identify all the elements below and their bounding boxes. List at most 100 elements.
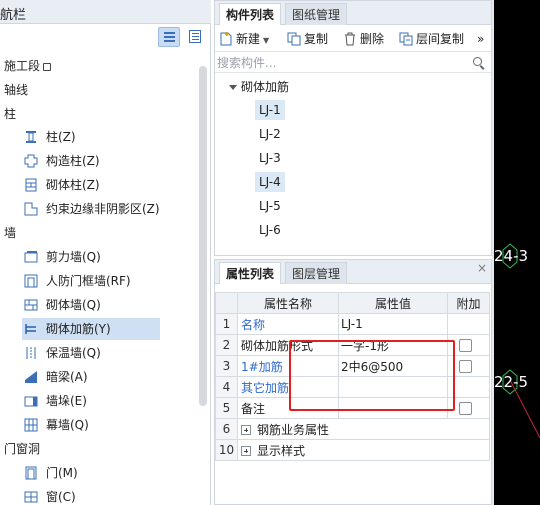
nav-header: 航栏	[0, 0, 211, 24]
nav-item-masonry-wall[interactable]: 砌体墙(Q)	[22, 294, 101, 316]
group-label: 钢筋业务属性	[257, 422, 330, 437]
nav-scrollbar[interactable]	[199, 66, 207, 406]
component-item[interactable]: LJ-2	[255, 124, 285, 144]
tab-layer-management[interactable]: 图层管理	[285, 262, 348, 284]
nav-item-label: 剪力墙(Q)	[46, 250, 101, 264]
component-tabbar: 构件列表 图纸管理	[215, 1, 491, 25]
new-label: 新建	[236, 32, 261, 46]
nav-item-label: 约束边缘非阴影区(Z)	[46, 202, 160, 216]
category-column[interactable]: 柱	[4, 103, 16, 125]
property-group: 钢筋业务属性	[237, 418, 490, 440]
nav-item-masonry-rebar[interactable]: 砌体加筋(Y)	[22, 318, 160, 340]
row-number: 5	[215, 397, 238, 419]
new-button[interactable]: 新建 ▼	[219, 29, 269, 49]
category-axis[interactable]: 轴线	[4, 79, 28, 101]
window-icon	[24, 491, 38, 503]
highlight-box	[289, 340, 455, 411]
expand-plus-icon[interactable]	[241, 424, 251, 435]
more-button[interactable]: »	[477, 29, 484, 49]
tree-root-masonry-rebar[interactable]: 砌体加筋	[229, 77, 289, 97]
nav-item-window[interactable]: 窗(C)	[22, 486, 76, 505]
extra-checkbox[interactable]	[459, 339, 472, 352]
insulation-wall-icon	[26, 347, 36, 359]
component-item[interactable]: LJ-1	[255, 100, 285, 120]
category-label: 施工段	[4, 59, 41, 73]
nav-item-constraint-edge[interactable]: 约束边缘非阴影区(Z)	[22, 198, 160, 220]
search-icon[interactable]	[473, 57, 482, 66]
drawing-canvas[interactable]: 24-3 22-5	[494, 0, 540, 505]
lock-icon	[43, 63, 52, 71]
list-view-button[interactable]	[158, 27, 180, 47]
shear-wall-icon	[24, 251, 38, 263]
property-header-row: 属性名称 属性值 附加	[215, 292, 490, 314]
row-number: 6	[215, 418, 238, 440]
property-name: 名称	[237, 313, 339, 335]
component-item[interactable]: LJ-5	[255, 196, 285, 216]
structural-column-icon	[24, 154, 38, 168]
nav-item-label: 暗梁(A)	[46, 370, 88, 384]
property-row[interactable]: 1 名称 LJ-1	[215, 313, 490, 335]
door-icon	[25, 466, 37, 480]
nav-item-label: 砌体加筋(Y)	[46, 322, 111, 336]
extra-header: 附加	[447, 292, 490, 314]
component-item[interactable]: LJ-6	[255, 220, 285, 240]
navigation-panel: 航栏 施工段 轴线 柱 柱(Z) 构造柱(Z) 砌体柱(Z) 约束边缘非阴影区(…	[0, 0, 211, 505]
expand-plus-icon[interactable]	[241, 445, 251, 456]
nav-item-masonry-column[interactable]: 砌体柱(Z)	[22, 174, 100, 196]
nav-item-insulation-wall[interactable]: 保温墙(Q)	[22, 342, 101, 364]
property-group: 显示样式	[237, 439, 490, 461]
floor-copy-label: 层间复制	[416, 32, 465, 46]
component-panel: 构件列表 图纸管理 新建▼ 复制 删除 层间复制 » 砌体加筋 LJ-1 LJ-…	[214, 0, 492, 256]
property-group-row[interactable]: 10 显示样式	[215, 439, 490, 461]
nav-item-hidden-beam[interactable]: 暗梁(A)	[22, 366, 88, 388]
search-input[interactable]	[217, 54, 467, 72]
property-value[interactable]: LJ-1	[338, 313, 448, 335]
category-wall[interactable]: 墙	[4, 222, 16, 244]
delete-button[interactable]: 删除	[343, 29, 384, 49]
property-group-row[interactable]: 6 钢筋业务属性	[215, 418, 490, 440]
nav-title: 航栏	[0, 8, 27, 23]
component-item[interactable]: LJ-4	[255, 172, 285, 192]
component-toolbar: 新建 ▼ 复制 删除 层间复制 »	[215, 26, 491, 52]
extra-checkbox[interactable]	[459, 402, 472, 415]
category-label: 门窗洞	[4, 442, 41, 456]
detail-view-button[interactable]	[184, 27, 206, 47]
nav-item-label: 保温墙(Q)	[46, 346, 101, 360]
category-opening[interactable]: 门窗洞	[4, 438, 40, 460]
row-number: 3	[215, 355, 238, 377]
row-number: 2	[215, 334, 238, 356]
masonry-rebar-icon	[25, 324, 36, 334]
floor-copy-button[interactable]: 层间复制	[399, 29, 464, 49]
nav-item-shear-wall[interactable]: 剪力墙(Q)	[22, 246, 101, 268]
nav-item-structural-column[interactable]: 构造柱(Z)	[22, 150, 100, 172]
nav-item-label: 构造柱(Z)	[46, 154, 100, 168]
close-icon[interactable]: ×	[477, 261, 487, 275]
category-construction[interactable]: 施工段	[4, 55, 52, 77]
row-number: 10	[215, 439, 238, 461]
nav-item-column[interactable]: 柱(Z)	[22, 126, 76, 148]
extra-checkbox[interactable]	[459, 360, 472, 373]
nav-item-label: 砌体柱(Z)	[46, 178, 100, 192]
component-item[interactable]: LJ-3	[255, 148, 285, 168]
new-icon	[220, 32, 232, 46]
copy-button[interactable]: 复制	[287, 29, 328, 49]
tab-drawing-management[interactable]: 图纸管理	[285, 3, 348, 25]
nav-item-civil-defense[interactable]: 人防门框墙(RF)	[22, 270, 131, 292]
nav-item-door[interactable]: 门(M)	[22, 462, 78, 484]
list-view-icon	[164, 32, 175, 42]
category-label: 轴线	[4, 83, 29, 97]
nav-item-label: 人防门框墙(RF)	[46, 274, 131, 288]
tab-component-list[interactable]: 构件列表	[219, 3, 282, 25]
property-value-header: 属性值	[338, 292, 448, 314]
nav-item-wall-pier[interactable]: 墙垛(E)	[22, 390, 87, 412]
expand-arrow-icon[interactable]	[229, 85, 237, 90]
row-number: 1	[215, 313, 238, 335]
axis-label: 24-3	[494, 247, 529, 265]
nav-item-label: 门(M)	[46, 466, 78, 480]
column-icon	[26, 131, 36, 143]
tree-root-label: 砌体加筋	[241, 80, 290, 94]
tab-property-list[interactable]: 属性列表	[219, 262, 282, 284]
copy-icon	[287, 32, 301, 46]
nav-item-curtain-wall[interactable]: 幕墙(Q)	[22, 414, 89, 436]
extra-cell	[447, 313, 490, 335]
